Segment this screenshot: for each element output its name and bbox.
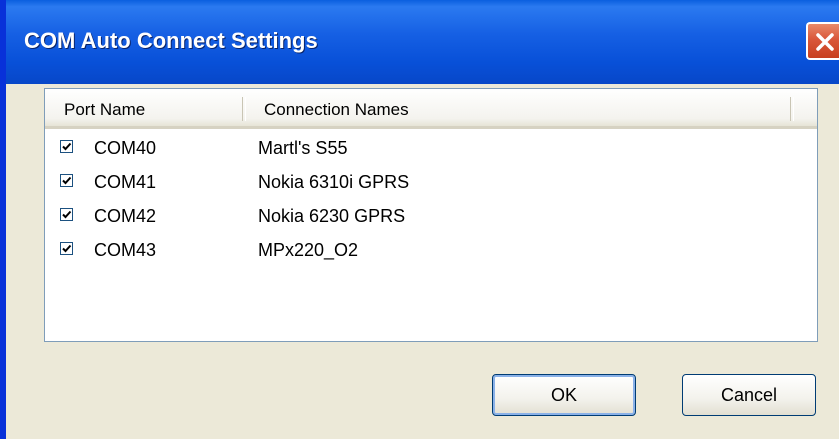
- column-header-connection-names[interactable]: Connection Names: [264, 100, 409, 120]
- port-name-cell: COM43: [94, 240, 157, 260]
- connection-list[interactable]: Port Name Connection Names COM40 Martl's…: [44, 88, 818, 342]
- dialog-title: COM Auto Connect Settings: [24, 28, 318, 53]
- ok-button[interactable]: OK: [492, 374, 636, 416]
- row-checkbox[interactable]: [60, 242, 73, 255]
- list-row-com40[interactable]: COM40 Martl's S55: [45, 131, 817, 165]
- column-separator[interactable]: [790, 97, 794, 121]
- dialog-window: COM Auto Connect Settings Port Name Conn…: [0, 0, 839, 439]
- row-checkbox[interactable]: [60, 174, 73, 187]
- list-row-com41[interactable]: COM41 Nokia 6310i GPRS: [45, 165, 817, 199]
- checkmark-icon: [62, 210, 72, 219]
- list-row-com43[interactable]: COM43 MPx220_O2: [45, 233, 817, 267]
- port-name-cell: COM41: [94, 172, 157, 192]
- list-row-com42[interactable]: COM42 Nokia 6230 GPRS: [45, 199, 817, 233]
- port-name-cell: COM40: [94, 138, 157, 158]
- connection-name-cell: Martl's S55: [258, 138, 348, 158]
- checkmark-icon: [62, 142, 72, 151]
- close-icon: [816, 33, 834, 51]
- row-checkbox[interactable]: [60, 140, 73, 153]
- column-header-port-name[interactable]: Port Name: [64, 100, 145, 120]
- port-name-cell: COM42: [94, 206, 157, 226]
- connection-name-cell: Nokia 6230 GPRS: [258, 206, 406, 226]
- title-bar[interactable]: COM Auto Connect Settings: [6, 0, 839, 84]
- connection-name-cell: MPx220_O2: [258, 240, 359, 260]
- cancel-button[interactable]: Cancel: [682, 374, 816, 416]
- checkmark-icon: [62, 244, 72, 253]
- checkmark-icon: [62, 176, 72, 185]
- row-checkbox[interactable]: [60, 208, 73, 221]
- column-separator[interactable]: [242, 97, 246, 121]
- connection-name-cell: Nokia 6310i GPRS: [258, 172, 410, 192]
- close-button[interactable]: [806, 22, 839, 60]
- list-header: Port Name Connection Names: [45, 89, 817, 129]
